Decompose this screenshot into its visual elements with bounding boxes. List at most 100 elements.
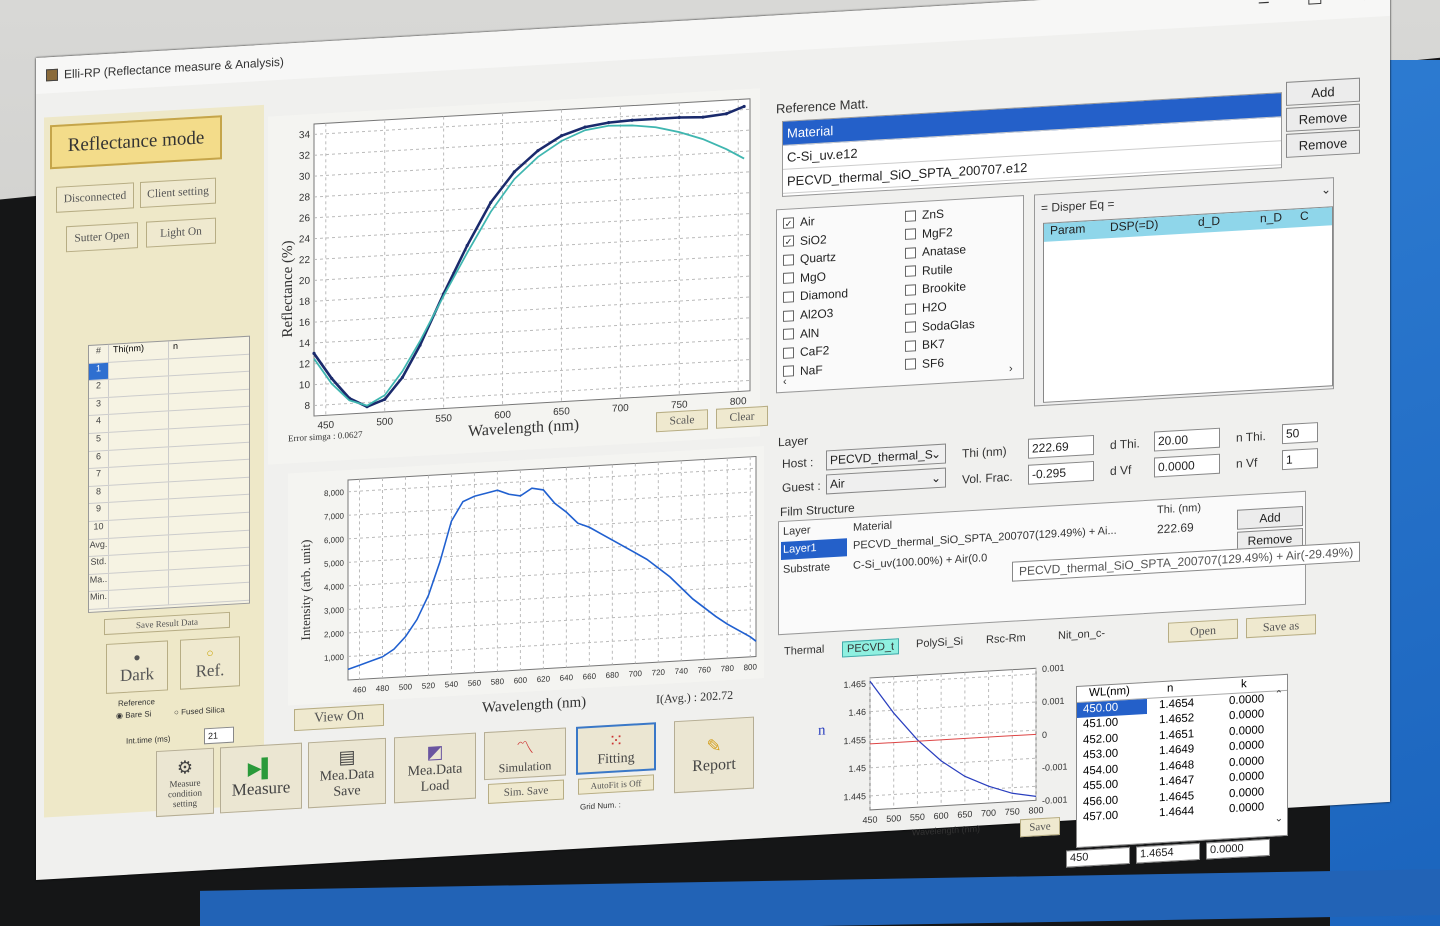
x-tick-label: 520 xyxy=(422,681,436,691)
checkbox-sio2[interactable]: ✓ SiO2 xyxy=(783,232,827,249)
bare-si-radio[interactable]: ◉ Bare Si xyxy=(116,709,151,720)
host-select[interactable]: PECVD_thermal_S ⌄ xyxy=(826,443,946,471)
checkbox-empty-icon xyxy=(783,309,794,322)
nk-save-button[interactable]: Save xyxy=(1020,816,1060,838)
int-time-input[interactable]: 21 xyxy=(204,726,234,745)
row-index: 9 xyxy=(89,503,109,521)
remove-material-button[interactable]: Remove xyxy=(1286,103,1360,132)
layer1-thickness[interactable]: 222.69 xyxy=(1157,520,1194,536)
disconnected-button[interactable]: Disconnected xyxy=(56,182,134,213)
scroll-up-icon[interactable]: ⌃ xyxy=(1275,689,1283,700)
mea-data-load-button[interactable]: ◩ Mea.Data Load xyxy=(394,732,476,804)
sutter-open-button[interactable]: Sutter Open xyxy=(66,222,138,253)
checkbox-aln[interactable]: AlN xyxy=(783,325,819,341)
checkbox-caf2[interactable]: CaF2 xyxy=(783,343,829,360)
checkbox-brookite[interactable]: Brookite xyxy=(905,280,966,298)
ref-button[interactable]: ○ Ref. xyxy=(180,636,240,690)
add-layer-button[interactable]: Add xyxy=(1237,505,1303,530)
x-tick-label: 780 xyxy=(721,664,735,674)
tab-rsc-rm[interactable]: Rsc-Rm xyxy=(982,631,1030,648)
checkbox-bk7[interactable]: BK7 xyxy=(905,337,945,353)
fitting-button[interactable]: ⁙ Fitting xyxy=(576,722,656,775)
mea-data-save-button[interactable]: ▤ Mea.Data Save xyxy=(308,737,386,809)
view-on-button[interactable]: View On xyxy=(294,703,384,732)
checkbox-mgf2[interactable]: MgF2 xyxy=(905,225,953,242)
open-button[interactable]: Open xyxy=(1168,618,1238,643)
dsp-header: DSP(=D) xyxy=(1110,217,1159,235)
vol-frac-input[interactable]: -0.295 xyxy=(1028,460,1094,485)
checkbox-label: Al2O3 xyxy=(800,306,834,322)
tab-polysi-si[interactable]: PolySi_Si xyxy=(912,634,967,651)
checkbox-air[interactable]: ✓ Air xyxy=(783,214,815,230)
tab-pecvd-t[interactable]: PECVD_t xyxy=(842,638,900,658)
thi-input[interactable]: 222.69 xyxy=(1028,434,1094,459)
save-as-button[interactable]: Save as xyxy=(1246,614,1316,639)
tab-nit-on-c-[interactable]: Nit_on_c- xyxy=(1054,626,1109,643)
d-thi-input[interactable]: 20.00 xyxy=(1154,427,1220,452)
ref-circle-icon: ○ xyxy=(206,645,214,660)
add-material-button[interactable]: Add xyxy=(1286,77,1360,106)
checkbox-diamond[interactable]: Diamond xyxy=(783,287,848,305)
y-tick-label: 12 xyxy=(299,359,311,371)
close-button[interactable]: ✕ xyxy=(1361,0,1376,7)
sim-save-button[interactable]: Sim. Save xyxy=(488,779,564,804)
scroll-down-icon[interactable]: ⌄ xyxy=(1275,813,1283,824)
measure-condition-button[interactable]: ⚙ Measure condition setting xyxy=(156,747,214,818)
checkbox-quartz[interactable]: Quartz xyxy=(783,250,836,267)
checkbox-sf6[interactable]: SF6 xyxy=(905,355,944,371)
guest-select[interactable]: Air ⌄ xyxy=(826,467,946,495)
checkbox-empty-icon xyxy=(783,272,794,285)
row-index: 3 xyxy=(89,397,109,416)
checkbox-sodaglas[interactable]: SodaGlas xyxy=(905,316,975,334)
chevron-down-icon[interactable]: ⌄ xyxy=(1321,182,1331,197)
layer-column-header: Layer xyxy=(783,524,811,538)
reference-panel: Reference Matt. Material C-Si_uv.e12 PEC… xyxy=(776,61,1376,407)
client-setting-button[interactable]: Client setting xyxy=(140,177,216,209)
minimize-button[interactable]: – xyxy=(1259,0,1269,12)
checkbox-mgo[interactable]: MgO xyxy=(783,269,826,285)
dark-button[interactable]: ● Dark xyxy=(106,640,168,694)
checkbox-label: ZnS xyxy=(922,206,945,222)
tab-thermal[interactable]: Thermal xyxy=(780,642,828,659)
checkbox-al2o3[interactable]: Al2O3 xyxy=(783,306,833,323)
autofit-toggle[interactable]: AutoFit is Off xyxy=(578,774,654,795)
clear-button[interactable]: Clear xyxy=(716,405,768,429)
row-thickness xyxy=(109,376,169,397)
d-vf-input[interactable]: 0.0000 xyxy=(1154,453,1220,478)
simulation-button[interactable]: 〽 Simulation xyxy=(484,727,566,781)
maximize-button[interactable]: ☐ xyxy=(1307,0,1323,10)
layer1-material[interactable]: PECVD_thermal_SiO_SPTA_200707(129.49%) +… xyxy=(853,525,1117,552)
checkbox-label: AlN xyxy=(800,325,820,341)
fused-silica-radio[interactable]: ○ Fused Silica xyxy=(174,705,225,717)
x-tick-label: 560 xyxy=(468,678,482,688)
row-thickness xyxy=(109,411,169,432)
checkbox-anatase[interactable]: Anatase xyxy=(905,243,966,261)
scale-button[interactable]: Scale xyxy=(656,409,708,433)
checkbox-h2o[interactable]: H2O xyxy=(905,299,947,315)
x-tick-label: 550 xyxy=(910,812,925,823)
checkbox-empty-icon xyxy=(783,253,794,266)
c-header: C xyxy=(1300,208,1309,224)
save-result-data-button[interactable]: Save Result Data xyxy=(104,611,230,636)
report-button[interactable]: ✎ Report xyxy=(674,716,754,794)
row-index: 1 xyxy=(89,362,109,381)
checkbox-naf[interactable]: NaF xyxy=(783,362,823,378)
layer1-cell[interactable]: Layer1 xyxy=(781,538,847,561)
param-table: Param DSP(=D) d_D n_D C xyxy=(1043,206,1333,403)
n-vf-input[interactable]: 1 xyxy=(1282,448,1318,471)
substrate-name[interactable]: Substrate xyxy=(783,561,830,576)
app-icon xyxy=(46,68,58,82)
checkbox-rutile[interactable]: Rutile xyxy=(905,262,953,279)
substrate-material[interactable]: C-Si_uv(100.00%) + Air(0.0 xyxy=(853,552,987,572)
checkbox-zns[interactable]: ZnS xyxy=(905,207,944,223)
row-thickness xyxy=(109,394,169,415)
remove-material-button-2[interactable]: Remove xyxy=(1286,129,1360,158)
measure-button[interactable]: ▶▌ Measure xyxy=(220,742,302,814)
scroll-right-icon[interactable]: › xyxy=(1009,363,1013,375)
checkbox-empty-icon xyxy=(905,246,916,259)
reflectance-mode-button[interactable]: Reflectance mode xyxy=(50,115,222,170)
scroll-left-icon[interactable]: ‹ xyxy=(783,376,787,388)
n-thi-input[interactable]: 50 xyxy=(1282,422,1318,445)
y-tick-label: 4,000 xyxy=(324,582,345,592)
light-on-button[interactable]: Light On xyxy=(146,217,216,248)
